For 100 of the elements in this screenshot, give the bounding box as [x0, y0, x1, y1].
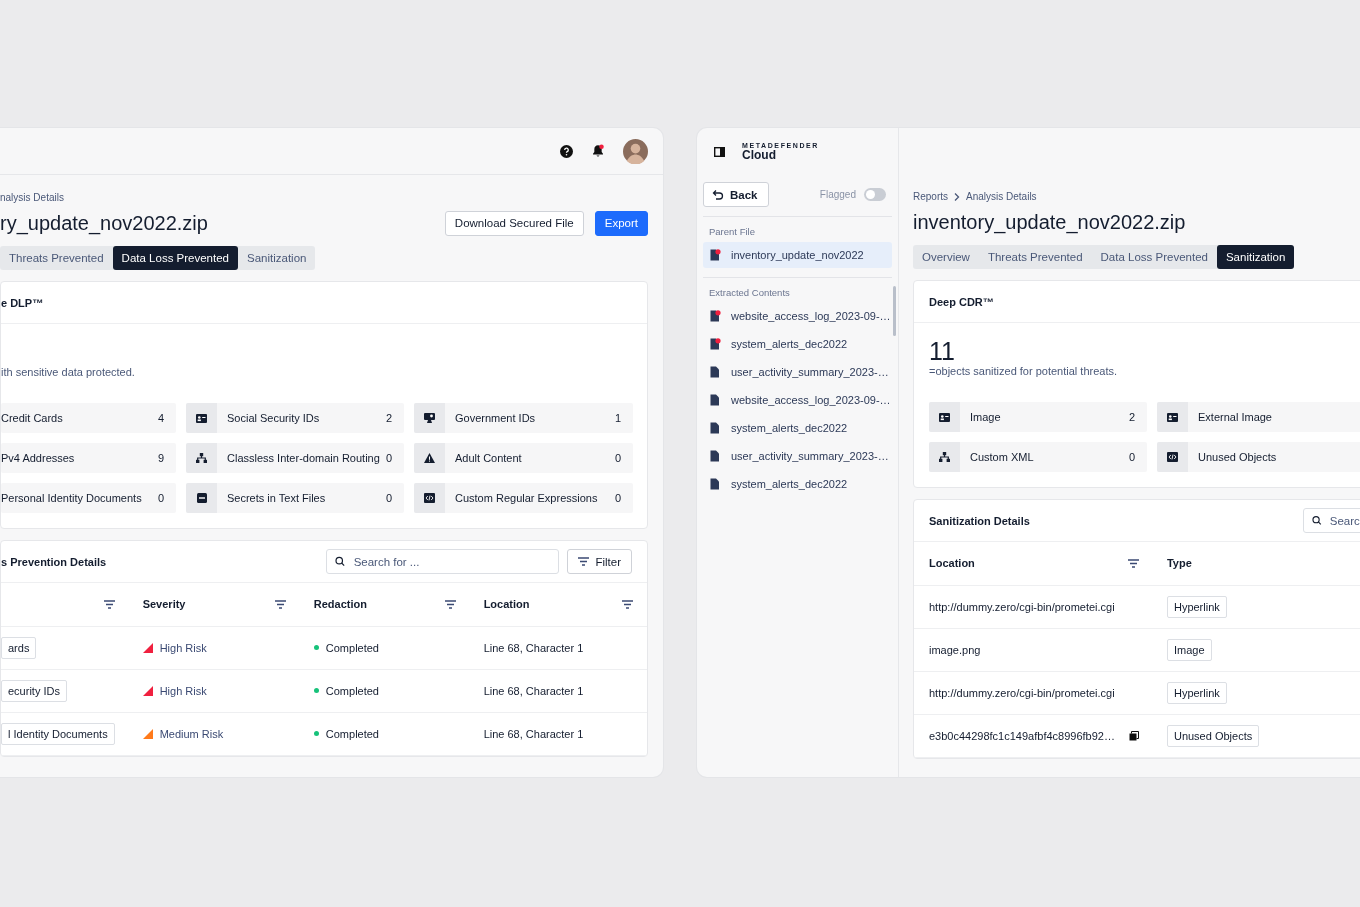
- filter-icon[interactable]: [1127, 558, 1139, 568]
- location-text: e3b0c44298fc1c149afbf4c8996fb92…: [929, 729, 1115, 742]
- category-tag: ards: [1, 636, 37, 659]
- search-field[interactable]: Search for ...: [326, 549, 560, 574]
- category-label: Pv4 Addresses: [1, 452, 76, 464]
- redaction-status: Completed: [325, 727, 379, 740]
- tab[interactable]: Threats Prevented: [978, 245, 1092, 269]
- chevron-icon: [954, 192, 960, 201]
- category-count: 0: [614, 492, 622, 504]
- category-tag: l Identity Documents: [1, 722, 115, 745]
- type-tag: Hyperlink: [1166, 681, 1227, 704]
- file-title: inventory_update_nov2022.zip: [913, 210, 1186, 234]
- help-icon[interactable]: [560, 144, 573, 158]
- download-button[interactable]: Download Secured File: [444, 210, 584, 236]
- file-name: website_access_log_2023-09-…: [731, 310, 891, 322]
- export-button[interactable]: Export: [594, 210, 648, 236]
- flagged-toggle[interactable]: [864, 188, 886, 201]
- code-icon: [1167, 452, 1178, 462]
- search-field[interactable]: Searc: [1303, 508, 1360, 533]
- category-label: Custom XML: [969, 451, 1035, 463]
- hierarchy-icon: [196, 453, 207, 463]
- copy-icon[interactable]: [1128, 730, 1139, 741]
- category-label: Government IDs: [454, 412, 537, 424]
- file-item[interactable]: system_alerts_dec2022: [703, 471, 892, 497]
- tab[interactable]: Sanitization: [1216, 245, 1295, 269]
- file-item[interactable]: system_alerts_dec2022: [703, 331, 892, 357]
- object-count: 11: [929, 339, 956, 363]
- search-input[interactable]: Searc: [1327, 513, 1360, 528]
- file-item[interactable]: inventory_update_nov2022: [703, 242, 892, 268]
- category-count: 9: [157, 452, 165, 464]
- card-title: Sanitization Details: [929, 514, 1030, 527]
- location-text: Line 68, Character 1: [483, 727, 584, 740]
- section-title: Parent File: [708, 226, 756, 239]
- back-button[interactable]: Back: [703, 182, 769, 207]
- category-count: 0: [1128, 451, 1136, 463]
- file-item[interactable]: website_access_log_2023-09-…: [703, 303, 892, 329]
- file-icon: [709, 478, 721, 490]
- category-count: 0: [157, 492, 165, 504]
- card-title: s Prevention Details: [1, 555, 107, 568]
- file-item[interactable]: user_activity_summary_2023-…: [703, 443, 892, 469]
- filter-icon[interactable]: [622, 599, 633, 609]
- type-tag: Unused Objects: [1166, 724, 1260, 747]
- sidebar-toggle-icon[interactable]: [714, 146, 725, 157]
- category-label: Personal Identity Documents: [1, 492, 143, 504]
- type-tag: Image: [1166, 638, 1212, 661]
- summary-description: ith sensitive data protected.: [1, 365, 136, 380]
- card-title: e DLP™: [1, 296, 44, 309]
- filter-button[interactable]: Filter: [567, 549, 632, 574]
- category-count: 0: [385, 452, 393, 464]
- tab[interactable]: Threats Prevented: [0, 246, 113, 270]
- search-icon: [335, 556, 346, 567]
- file-icon: [709, 422, 721, 434]
- location-text: http://dummy.zero/cgi-bin/prometei.cgi: [929, 686, 1115, 699]
- minus-square-icon: [196, 493, 207, 503]
- file-icon: [709, 366, 721, 378]
- hierarchy-icon: [939, 452, 950, 462]
- category-label: Secrets in Text Files: [226, 492, 327, 504]
- category-label: Adult Content: [454, 452, 523, 464]
- category-tag: ecurity IDs: [1, 679, 67, 702]
- tab[interactable]: Data Loss Prevented: [1091, 245, 1217, 269]
- redaction-status: Completed: [325, 684, 379, 697]
- file-icon: [709, 450, 721, 462]
- category-count: 0: [385, 492, 393, 504]
- card-title: Deep CDR™: [929, 295, 994, 308]
- filter-icon: [578, 557, 590, 566]
- avatar[interactable]: [623, 138, 648, 164]
- location-text: Line 68, Character 1: [483, 684, 584, 697]
- tab[interactable]: Sanitization: [238, 246, 316, 270]
- column-header: Location: [929, 557, 975, 570]
- file-name: user_activity_summary_2023-…: [731, 366, 889, 378]
- code-icon: [424, 493, 435, 503]
- breadcrumb-link[interactable]: Analysis Details: [966, 190, 1037, 203]
- location-text: Line 68, Character 1: [483, 641, 584, 654]
- warning-icon: [424, 453, 435, 463]
- section-title: Extracted Contents: [708, 287, 791, 300]
- filter-icon[interactable]: [103, 599, 115, 609]
- tab[interactable]: Data Loss Prevented: [112, 246, 238, 270]
- file-item[interactable]: system_alerts_dec2022: [703, 415, 892, 441]
- file-item[interactable]: website_access_log_2023-09-…: [703, 387, 892, 413]
- filter-icon[interactable]: [274, 599, 286, 609]
- tab[interactable]: Overview: [913, 245, 979, 269]
- breadcrumb-link[interactable]: Reports: [913, 190, 948, 203]
- category-count: 2: [1128, 411, 1136, 423]
- category-count: 1: [614, 412, 622, 424]
- file-name: system_alerts_dec2022: [731, 338, 848, 350]
- filter-icon[interactable]: [444, 599, 456, 609]
- category-label: Social Security IDs: [226, 412, 321, 424]
- category-label: Unused Objects: [1197, 451, 1278, 463]
- bell-icon[interactable]: [591, 144, 605, 158]
- search-icon: [1312, 515, 1322, 526]
- severity-text: High Risk: [159, 641, 207, 654]
- search-input[interactable]: Search for ...: [351, 554, 559, 569]
- category-label: Custom Regular Expressions: [454, 492, 599, 504]
- undo-icon: [712, 188, 724, 201]
- breadcrumb-link[interactable]: nalysis Details: [0, 191, 64, 204]
- file-item[interactable]: user_activity_summary_2023-…: [703, 359, 892, 385]
- file-name: website_access_log_2023-09-…: [731, 394, 891, 406]
- redaction-status: Completed: [325, 641, 379, 654]
- category-count: 0: [614, 452, 622, 464]
- id-card-icon: [196, 413, 207, 423]
